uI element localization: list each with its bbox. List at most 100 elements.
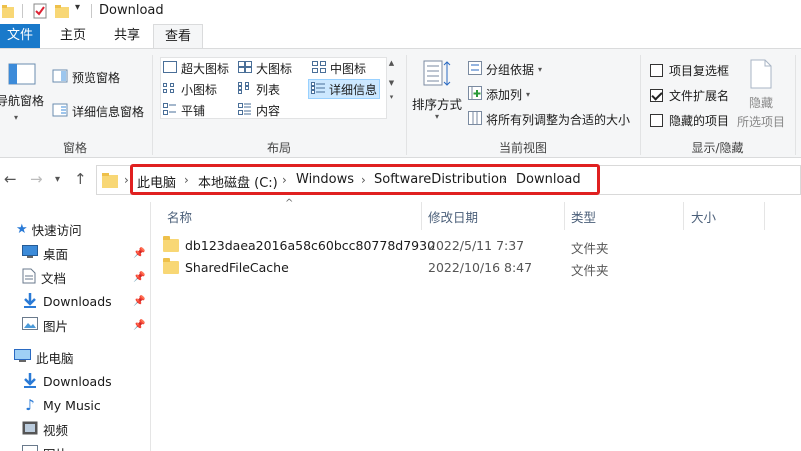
preview-pane-label: 预览窗格 <box>72 71 121 85</box>
layout-gallery-scroll[interactable]: ▲ ▼ ▾ <box>386 57 396 119</box>
layout-medium-icons[interactable]: 中图标 <box>312 60 366 77</box>
file-extensions-label: 文件扩展名 <box>669 89 730 103</box>
file-name: db123daea2016a58c60bcc80778d7930 <box>185 237 436 253</box>
chevron-down-icon: ▾ <box>538 65 543 74</box>
sort-icon <box>422 59 452 92</box>
details-pane-label: 详细信息窗格 <box>72 105 145 119</box>
nav-item-documents[interactable]: 文档 <box>22 266 66 288</box>
layout-extra-large-icons[interactable]: 超大图标 <box>163 60 229 77</box>
details-pane-button[interactable]: 详细信息窗格 <box>52 103 144 120</box>
table-row[interactable]: db123daea2016a58c60bcc80778d7930 <box>163 234 435 256</box>
layout-details[interactable]: 详细信息 <box>308 79 381 99</box>
folder-icon <box>163 235 179 252</box>
ribbon: 导航窗格 ▾ 预览窗格 详细信息窗格 窗格 超大图标 大图标 中图标 小图标 列… <box>0 48 801 158</box>
sort-by-button[interactable]: 排序方式 ▾ <box>412 59 462 121</box>
tab-view[interactable]: 查看 <box>153 24 203 49</box>
column-header-name[interactable]: 名称 <box>167 207 192 226</box>
add-columns-button[interactable]: 添加列 ▾ <box>468 86 530 103</box>
layout-tiles[interactable]: 平铺 <box>163 102 205 119</box>
pin-icon[interactable]: 📌 <box>133 272 145 283</box>
content-icon <box>238 103 252 118</box>
layout-small-icons[interactable]: 小图标 <box>163 81 217 98</box>
nav-item-desktop[interactable]: 桌面 <box>22 242 68 264</box>
layout-item-label: 详细信息 <box>329 82 378 97</box>
chevron-down-icon[interactable]: ▼ <box>387 79 396 87</box>
chevron-up-icon[interactable]: ▲ <box>387 59 396 67</box>
hide-selected-label: 所选项目 <box>737 115 786 129</box>
column-header-type[interactable]: 类型 <box>571 207 596 226</box>
hide-selected-button[interactable]: 隐藏 所选项目 <box>737 59 785 130</box>
size-columns-button[interactable]: 将所有列调整为合适的大小 <box>468 111 630 128</box>
hidden-items-checkbox[interactable] <box>650 114 663 127</box>
up-button[interactable]: ↑ <box>74 170 87 188</box>
nav-label: My Music <box>43 397 101 413</box>
group-by-button[interactable]: 分组依据 ▾ <box>468 61 542 78</box>
large-icons-icon <box>238 61 252 76</box>
column-header-size[interactable]: 大小 <box>691 207 716 226</box>
window-title: Download <box>99 3 164 18</box>
column-header-date[interactable]: 修改日期 <box>428 207 478 226</box>
details-pane-icon <box>52 103 68 120</box>
ribbon-tabs: 文件 主页 共享 查看 <box>0 24 801 49</box>
folder-icon <box>2 4 14 21</box>
back-button[interactable]: ← <box>4 170 17 188</box>
nav-label: 快速访问 <box>31 222 82 238</box>
nav-pc-videos[interactable]: 视频 <box>22 418 68 440</box>
sort-by-label: 排序方式 <box>412 97 463 112</box>
new-folder-icon[interactable] <box>55 4 69 21</box>
file-type: 文件夹 <box>571 263 609 278</box>
tab-file[interactable]: 文件 <box>0 24 40 48</box>
add-columns-label: 添加列 <box>486 88 523 102</box>
nav-pc-music[interactable]: ♪ My Music <box>22 394 101 416</box>
add-columns-icon <box>468 86 482 103</box>
nav-pc-pictures[interactable]: 图片 <box>22 442 68 451</box>
pin-icon[interactable]: 📌 <box>133 248 145 259</box>
pictures-icon <box>22 317 38 333</box>
navigation-pane-button[interactable]: 导航窗格 ▾ <box>0 63 44 122</box>
panes-group-label: 窗格 <box>62 141 87 155</box>
computer-icon <box>14 348 31 366</box>
expand-gallery-icon[interactable]: ▾ <box>387 93 396 101</box>
chevron-right-icon[interactable]: › <box>124 173 129 187</box>
pin-icon[interactable]: 📌 <box>133 320 145 331</box>
layout-content[interactable]: 内容 <box>238 102 280 119</box>
hidden-items-toggle[interactable]: 隐藏的项目 <box>650 112 729 129</box>
download-arrow-icon <box>22 292 38 311</box>
file-extensions-checkbox[interactable] <box>650 89 663 102</box>
nav-this-pc[interactable]: 此电脑 <box>14 346 74 368</box>
nav-label: 视频 <box>43 422 69 438</box>
details-icon <box>311 81 325 97</box>
tiles-icon <box>163 103 177 118</box>
folder-icon <box>102 172 118 191</box>
recent-locations-icon[interactable]: ▾ <box>55 174 60 185</box>
layout-item-label: 列表 <box>256 83 281 97</box>
chevron-down-icon: ▾ <box>14 113 19 122</box>
forward-button[interactable]: → <box>30 170 43 188</box>
properties-icon[interactable] <box>33 3 47 22</box>
file-extensions-toggle[interactable]: 文件扩展名 <box>650 87 729 104</box>
table-row[interactable]: SharedFileCache <box>163 256 289 278</box>
layout-large-icons[interactable]: 大图标 <box>238 60 292 77</box>
tab-home[interactable]: 主页 <box>58 24 88 48</box>
file-name: SharedFileCache <box>185 259 289 275</box>
nav-item-pictures[interactable]: 图片 <box>22 314 68 336</box>
nav-pc-downloads[interactable]: Downloads <box>22 370 112 392</box>
item-checkboxes-toggle[interactable]: 项目复选框 <box>650 62 729 79</box>
preview-pane-button[interactable]: 预览窗格 <box>52 69 120 86</box>
video-icon <box>22 421 38 438</box>
layout-list[interactable]: 列表 <box>238 81 280 98</box>
customize-toolbar-icon[interactable]: ▾ <box>75 2 80 13</box>
layout-item-label: 超大图标 <box>181 62 230 76</box>
nav-quick-access[interactable]: ★ 快速访问 <box>16 218 82 240</box>
pin-icon[interactable]: 📌 <box>133 296 145 307</box>
chevron-down-icon: ▾ <box>435 112 440 121</box>
nav-item-downloads[interactable]: Downloads <box>22 290 112 312</box>
layout-item-label: 大图标 <box>256 62 293 76</box>
folder-icon <box>163 257 179 274</box>
size-columns-label: 将所有列调整为合适的大小 <box>486 113 631 127</box>
tab-share[interactable]: 共享 <box>112 24 142 48</box>
item-checkboxes-checkbox[interactable] <box>650 64 663 77</box>
navigation-pane: ★ 快速访问 桌面 📌 文档 📌 Downloads 📌 图片 📌 此电脑 Do… <box>0 202 150 451</box>
sort-ascending-icon: ^ <box>285 198 294 209</box>
file-date: 2022/10/16 8:47 <box>428 260 533 275</box>
